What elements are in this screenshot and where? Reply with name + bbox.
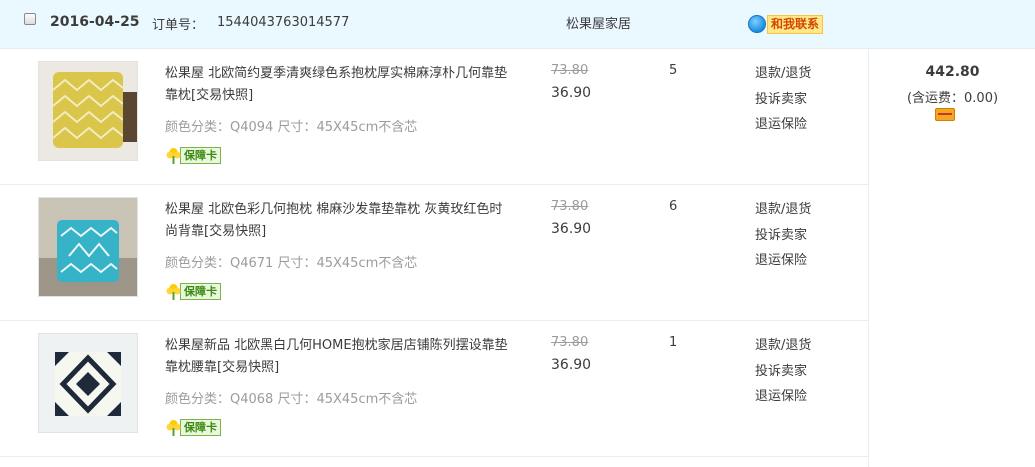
unit-price: 36.90	[551, 85, 592, 101]
refund-return-link[interactable]: 退款/退货	[755, 197, 835, 223]
order-select-checkbox[interactable]	[24, 13, 36, 25]
flower-icon	[165, 283, 182, 300]
original-price: 73.80	[551, 199, 589, 214]
payment-card-icon[interactable]	[935, 108, 955, 121]
refund-return-link[interactable]: 退款/退货	[755, 61, 835, 87]
flower-icon	[165, 147, 182, 164]
item-quantity: 6	[669, 199, 678, 214]
return-insurance-link[interactable]: 退运保险	[755, 384, 835, 410]
item-actions: 退款/退货 投诉卖家 退运保险	[755, 61, 835, 138]
guarantee-card-label: 保障卡	[180, 147, 221, 164]
product-title-link[interactable]: 松果屋 北欧色彩几何抱枕 棉麻沙发靠垫靠枕 灰黄玫红色时尚背靠[交易快照]	[165, 199, 510, 243]
product-title-link[interactable]: 松果屋新品 北欧黑白几何HOME抱枕家居店铺陈列摆设靠垫靠枕腰靠[交易快照]	[165, 335, 510, 379]
refund-return-link[interactable]: 退款/退货	[755, 333, 835, 359]
contact-seller-button[interactable]: 和我联系	[748, 14, 824, 34]
complain-seller-link[interactable]: 投诉卖家	[755, 223, 835, 249]
product-thumbnail[interactable]	[38, 333, 138, 433]
guarantee-card-label: 保障卡	[180, 419, 221, 436]
order-header: 2016-04-25 订单号： 1544043763014577 松果屋家居 和…	[0, 0, 1035, 49]
chat-bubble-icon	[748, 15, 766, 33]
original-price: 73.80	[551, 63, 589, 78]
order-total: 442.80	[925, 64, 980, 80]
original-price: 73.80	[551, 335, 589, 350]
flower-icon	[165, 419, 182, 436]
product-sku: 颜色分类：Q4094 尺寸：45X45cm不含芯	[165, 120, 418, 135]
shop-name[interactable]: 松果屋家居	[566, 13, 631, 32]
product-title-link[interactable]: 松果屋 北欧简约夏季清爽绿色系抱枕厚实棉麻淳朴几何靠垫靠枕[交易快照]	[165, 63, 510, 107]
item-actions: 退款/退货 投诉卖家 退运保险	[755, 333, 835, 410]
item-actions: 退款/退货 投诉卖家 退运保险	[755, 197, 835, 274]
guarantee-card-badge[interactable]: 保障卡	[165, 147, 221, 164]
order-item: 松果屋 北欧色彩几何抱枕 棉麻沙发靠垫靠枕 灰黄玫红色时尚背靠[交易快照] 颜色…	[0, 184, 868, 320]
order-number-label: 订单号：	[152, 18, 205, 33]
unit-price: 36.90	[551, 221, 592, 237]
complain-seller-link[interactable]: 投诉卖家	[755, 87, 835, 113]
item-quantity: 5	[669, 63, 678, 78]
product-thumbnail[interactable]	[38, 197, 138, 297]
contact-seller-label: 和我联系	[767, 14, 824, 34]
return-insurance-link[interactable]: 退运保险	[755, 112, 835, 138]
unit-price: 36.90	[551, 357, 592, 373]
guarantee-card-badge[interactable]: 保障卡	[165, 419, 221, 436]
product-sku: 颜色分类：Q4068 尺寸：45X45cm不含芯	[165, 392, 418, 407]
product-sku: 颜色分类：Q4671 尺寸：45X45cm不含芯	[165, 256, 418, 271]
return-insurance-link[interactable]: 退运保险	[755, 248, 835, 274]
item-quantity: 1	[669, 335, 678, 350]
order-summary: 442.80 (含运费：0.00)	[868, 48, 1035, 467]
item-divider	[0, 456, 868, 457]
shipping-fee: (含运费：0.00)	[906, 91, 999, 106]
guarantee-card-label: 保障卡	[180, 283, 221, 300]
complain-seller-link[interactable]: 投诉卖家	[755, 359, 835, 385]
order-item: 松果屋新品 北欧黑白几何HOME抱枕家居店铺陈列摆设靠垫靠枕腰靠[交易快照] 颜…	[0, 320, 868, 456]
order-date: 2016-04-25	[50, 14, 140, 30]
order-item: 松果屋 北欧简约夏季清爽绿色系抱枕厚实棉麻淳朴几何靠垫靠枕[交易快照] 颜色分类…	[0, 48, 868, 184]
order-number: 1544043763014577	[217, 15, 350, 30]
guarantee-card-badge[interactable]: 保障卡	[165, 283, 221, 300]
product-thumbnail[interactable]	[38, 61, 138, 161]
